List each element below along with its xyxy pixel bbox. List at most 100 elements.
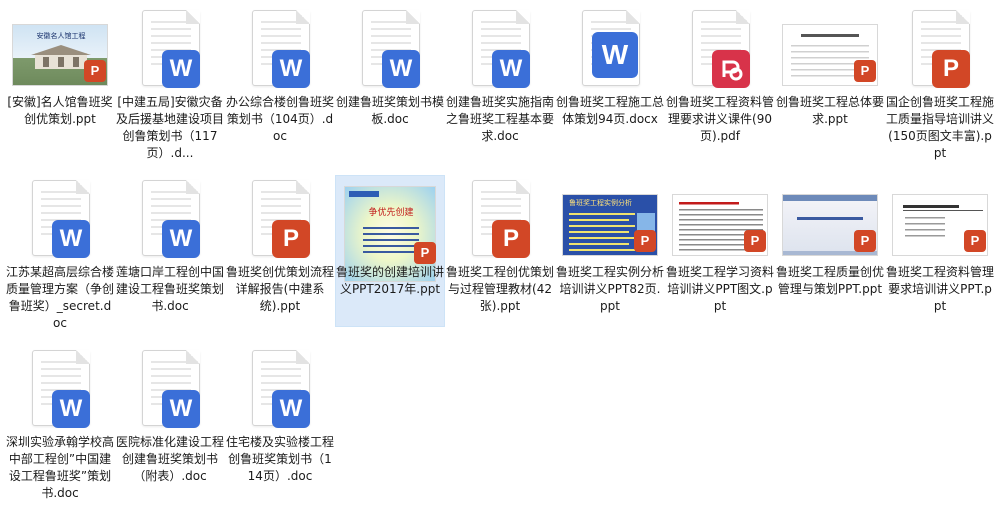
file-item[interactable]: P 鲁班奖工程创优策划与过程管理教材(42张).ppt <box>446 170 554 340</box>
file-thumbnail: P <box>782 180 878 260</box>
file-name: 鲁班奖工程学习资料培训讲义PPT图文.ppt <box>666 265 775 313</box>
file-name: 住宅楼及实验楼工程创鲁班奖策划书（114页）.doc <box>226 435 335 483</box>
word-icon: W <box>592 32 638 78</box>
word-icon: W <box>162 50 200 88</box>
file-item[interactable]: W 创鲁班奖工程施工总体策划94页.docx <box>556 0 664 170</box>
file-icon: W <box>130 350 210 430</box>
file-name: 鲁班奖工程创优策划与过程管理教材(42张).ppt <box>446 265 555 313</box>
file-thumbnail: P <box>782 10 878 90</box>
file-icon: W <box>240 350 320 430</box>
file-item[interactable]: 安徽名人馆工程 P [安徽]名人馆鲁班奖创优策划.ppt <box>6 0 114 170</box>
file-item[interactable]: W 创建鲁班奖实施指南之鲁班奖工程基本要求.doc <box>446 0 554 170</box>
file-item[interactable]: 鲁班奖工程实例分析 P 鲁班奖工程实例分析培训讲义PPT82页.ppt <box>556 170 664 340</box>
file-item[interactable]: P 鲁班奖创优策划流程详解报告(中建系统).ppt <box>226 170 334 340</box>
page-corner <box>296 350 310 364</box>
file-icon: P <box>460 180 540 260</box>
file-icon: W <box>570 10 650 90</box>
file-icon: W <box>130 180 210 260</box>
svg-text:安徽名人馆工程: 安徽名人馆工程 <box>37 31 86 40</box>
file-item[interactable]: W 住宅楼及实验楼工程创鲁班奖策划书（114页）.doc <box>226 340 334 510</box>
file-thumbnail: 鲁班奖工程实例分析 P <box>562 180 658 260</box>
word-icon: W <box>162 220 200 258</box>
powerpoint-icon: P <box>272 220 310 258</box>
file-name: 创鲁班奖工程资料管理要求讲义课件(90页).pdf <box>666 95 775 143</box>
file-item[interactable]: 争优先创建 P 鲁班奖的创建培训讲义PPT2017年.ppt <box>335 175 445 327</box>
file-name: 医院标准化建设工程创建鲁班奖策划书（附表）.doc <box>116 435 225 483</box>
file-icon: W <box>350 10 430 90</box>
file-item[interactable]: P 鲁班奖工程质量创优管理与策划PPT.ppt <box>776 170 884 340</box>
file-icon: P <box>900 10 980 90</box>
file-item[interactable]: W 深圳实验承翰学校高中部工程创”中国建设工程鲁班奖”策划书.doc <box>6 340 114 510</box>
file-name: [中建五局]安徽灾备及后援基地建设项目创鲁策划书（117页）.d... <box>116 95 225 160</box>
page-corner <box>406 10 420 24</box>
page-corner <box>186 10 200 24</box>
powerpoint-icon: P <box>492 220 530 258</box>
file-item[interactable]: W 江苏某超高层综合楼质量管理方案（争创鲁班奖）_secret.doc <box>6 170 114 340</box>
file-item[interactable]: W 办公综合楼创鲁班奖策划书（104页）.doc <box>226 0 334 170</box>
file-item[interactable]: P 鲁班奖工程学习资料培训讲义PPT图文.ppt <box>666 170 774 340</box>
file-name: 鲁班奖工程资料管理要求培训讲义PPT.ppt <box>886 265 995 313</box>
word-icon: W <box>52 220 90 258</box>
page-corner <box>186 180 200 194</box>
file-name: 国企创鲁班奖工程施工质量指导培训讲义(150页图文丰富).ppt <box>886 95 995 160</box>
page-corner <box>186 350 200 364</box>
svg-text:鲁班奖工程实例分析: 鲁班奖工程实例分析 <box>569 198 632 207</box>
page-corner <box>956 10 970 24</box>
file-name: 鲁班奖创优策划流程详解报告(中建系统).ppt <box>226 265 335 313</box>
file-icon: P <box>240 180 320 260</box>
file-icon: W <box>130 10 210 90</box>
powerpoint-icon: P <box>964 230 986 252</box>
file-item[interactable]: P 鲁班奖工程资料管理要求培训讲义PPT.ppt <box>886 170 994 340</box>
powerpoint-icon: P <box>414 242 436 264</box>
file-name: 创鲁班奖工程施工总体策划94页.docx <box>556 95 665 126</box>
file-name: 深圳实验承翰学校高中部工程创”中国建设工程鲁班奖”策划书.doc <box>6 435 115 500</box>
file-thumbnail: 安徽名人馆工程 P <box>12 10 108 90</box>
page-corner <box>736 10 750 24</box>
word-icon: W <box>382 50 420 88</box>
powerpoint-icon: P <box>634 230 656 252</box>
powerpoint-icon: P <box>84 60 106 82</box>
word-icon: W <box>272 390 310 428</box>
file-thumbnail: P <box>892 180 988 260</box>
word-icon: W <box>52 390 90 428</box>
file-icon: W <box>240 10 320 90</box>
page-corner <box>76 180 90 194</box>
powerpoint-icon: P <box>932 50 970 88</box>
file-name: 办公综合楼创鲁班奖策划书（104页）.doc <box>226 95 335 143</box>
file-name: 江苏某超高层综合楼质量管理方案（争创鲁班奖）_secret.doc <box>6 265 115 330</box>
file-item[interactable]: W 创建鲁班奖策划书模板.doc <box>336 0 444 170</box>
file-item[interactable]: W 医院标准化建设工程创建鲁班奖策划书（附表）.doc <box>116 340 224 510</box>
page-corner <box>76 350 90 364</box>
powerpoint-icon: P <box>854 60 876 82</box>
word-icon: W <box>272 50 310 88</box>
file-name: [安徽]名人馆鲁班奖创优策划.ppt <box>7 95 113 126</box>
word-icon: W <box>492 50 530 88</box>
page-corner <box>626 10 640 24</box>
pdf-icon <box>712 50 750 88</box>
file-item[interactable]: W 莲塘口岸工程创中国建设工程鲁班奖策划书.doc <box>116 170 224 340</box>
file-thumbnail: 争优先创建 P <box>342 186 438 282</box>
file-name: 莲塘口岸工程创中国建设工程鲁班奖策划书.doc <box>116 265 225 313</box>
file-icon <box>680 10 760 90</box>
file-name: 创鲁班奖工程总体要求.ppt <box>776 95 885 126</box>
powerpoint-icon: P <box>854 230 876 252</box>
file-item[interactable]: 创鲁班奖工程资料管理要求讲义课件(90页).pdf <box>666 0 774 170</box>
page-corner <box>296 10 310 24</box>
file-item[interactable]: P 国企创鲁班奖工程施工质量指导培训讲义(150页图文丰富).ppt <box>886 0 994 170</box>
file-name: 鲁班奖工程质量创优管理与策划PPT.ppt <box>776 265 885 296</box>
file-icon: W <box>20 180 100 260</box>
file-item[interactable]: W [中建五局]安徽灾备及后援基地建设项目创鲁策划书（117页）.d... <box>116 0 224 170</box>
page-corner <box>516 180 530 194</box>
file-icon: W <box>460 10 540 90</box>
file-name: 创建鲁班奖实施指南之鲁班奖工程基本要求.doc <box>446 95 555 143</box>
file-grid: 安徽名人馆工程 P [安徽]名人馆鲁班奖创优策划.ppt W [中建五局]安徽灾备及后援… <box>0 0 1003 515</box>
file-name: 鲁班奖工程实例分析培训讲义PPT82页.ppt <box>556 265 665 313</box>
file-name: 鲁班奖的创建培训讲义PPT2017年.ppt <box>336 265 445 296</box>
file-icon: W <box>20 350 100 430</box>
word-icon: W <box>162 390 200 428</box>
powerpoint-icon: P <box>744 230 766 252</box>
page-corner <box>296 180 310 194</box>
file-name: 创建鲁班奖策划书模板.doc <box>336 95 445 126</box>
file-thumbnail: P <box>672 180 768 260</box>
file-item[interactable]: P 创鲁班奖工程总体要求.ppt <box>776 0 884 170</box>
